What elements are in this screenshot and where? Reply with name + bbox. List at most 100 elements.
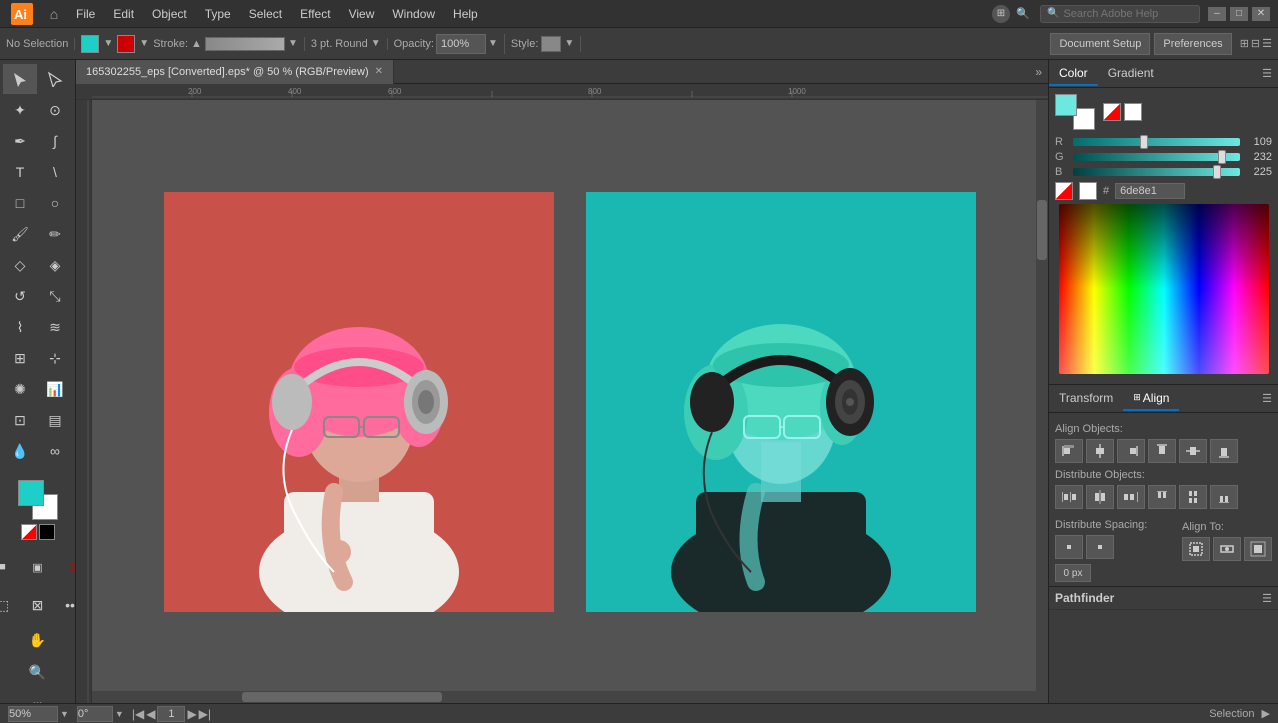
free-transform-tool[interactable]: ⊞	[3, 343, 37, 373]
b-slider-thumb[interactable]	[1213, 165, 1221, 179]
more-options-tool[interactable]: •••	[21, 689, 55, 703]
zoom-tool[interactable]: 🔍	[21, 657, 55, 687]
gradient-fill-mode[interactable]: ▣	[21, 552, 55, 582]
r-slider-track[interactable]	[1073, 138, 1240, 146]
opacity-input[interactable]	[436, 34, 486, 54]
home-icon[interactable]: ⌂	[42, 2, 66, 26]
lasso-tool[interactable]: ⊙	[38, 95, 72, 125]
white-swatch-small[interactable]	[1079, 182, 1097, 200]
direct-selection-tool[interactable]	[38, 64, 72, 94]
distribute-right-button[interactable]	[1117, 485, 1145, 509]
zoom-input[interactable]	[8, 706, 58, 722]
next-page-button[interactable]: ▶	[187, 707, 196, 721]
eyedropper-tool[interactable]: 💧	[3, 436, 37, 466]
mesh-tool[interactable]: ⊡	[3, 405, 37, 435]
document-setup-button[interactable]: Document Setup	[1050, 33, 1150, 55]
paintbrush-tool[interactable]: 🖌	[3, 219, 37, 249]
fill-color-swatch[interactable]	[81, 35, 99, 53]
rectangle-tool[interactable]: □	[3, 188, 37, 218]
menu-effect[interactable]: Effect	[292, 5, 338, 23]
stroke-dropdown-arrow[interactable]: ▼	[139, 38, 149, 49]
menu-type[interactable]: Type	[197, 5, 239, 23]
menu-select[interactable]: Select	[241, 5, 290, 23]
color-tab[interactable]: Color	[1049, 62, 1098, 86]
panel-collapse-arrow[interactable]: »	[1029, 65, 1048, 79]
menu-window[interactable]: Window	[384, 5, 443, 23]
align-bottom-button[interactable]	[1210, 439, 1238, 463]
artboard-tool[interactable]: ⬚	[0, 590, 20, 620]
default-colors-icon[interactable]	[39, 524, 55, 540]
workspace-switcher[interactable]: ⊞	[992, 5, 1010, 23]
gradient-tab[interactable]: Gradient	[1098, 62, 1164, 86]
align-left-button[interactable]	[1055, 439, 1083, 463]
rotate-tool[interactable]: ↺	[3, 281, 37, 311]
selection-tool[interactable]	[3, 64, 37, 94]
warp-tool[interactable]: ≋	[38, 312, 72, 342]
distribute-center-h-button[interactable]	[1086, 485, 1114, 509]
none-color-icon[interactable]	[1103, 103, 1121, 121]
scrollbar-horizontal[interactable]	[92, 691, 1036, 703]
more-tools[interactable]: •••	[56, 590, 77, 620]
preferences-button[interactable]: Preferences	[1154, 33, 1231, 55]
align-panel-menu[interactable]: ☰	[1256, 392, 1278, 405]
align-to-artboard-button[interactable]	[1244, 537, 1272, 561]
pencil-tool[interactable]: ✏	[38, 219, 72, 249]
g-slider-thumb[interactable]	[1218, 150, 1226, 164]
first-page-button[interactable]: |◀	[132, 707, 144, 721]
menu-file[interactable]: File	[68, 5, 103, 23]
arrange-icon3[interactable]: ☰	[1262, 37, 1272, 50]
foreground-swatch[interactable]	[1055, 94, 1077, 116]
close-button[interactable]: ✕	[1252, 7, 1270, 21]
search-bar[interactable]: 🔍	[1040, 5, 1200, 23]
blend-tool[interactable]: ∞	[38, 436, 72, 466]
status-scroll-indicator[interactable]: ▶	[1262, 708, 1270, 720]
align-tab[interactable]: ⊞ Align	[1123, 387, 1179, 411]
stroke-color-swatch[interactable]	[117, 35, 135, 53]
scale-tool[interactable]: ⤡	[38, 281, 72, 311]
color-picker-gradient[interactable]	[1059, 204, 1269, 374]
align-top-button[interactable]	[1148, 439, 1176, 463]
scrollbar-thumb-v[interactable]	[1037, 200, 1047, 260]
gradient-tool[interactable]: ▤	[38, 405, 72, 435]
arrange-icon2[interactable]: ⊟	[1251, 37, 1260, 50]
opacity-arrow[interactable]: ▼	[488, 38, 498, 49]
transform-tab[interactable]: Transform	[1049, 387, 1123, 411]
color-panel-menu[interactable]: ☰	[1256, 67, 1278, 80]
stroke-selector-arrow[interactable]: ▼	[288, 38, 298, 49]
menu-view[interactable]: View	[341, 5, 383, 23]
distribute-h-spacing-button[interactable]	[1055, 535, 1083, 559]
color-fill-mode[interactable]: ■	[0, 552, 20, 582]
distribute-v-spacing-button[interactable]	[1086, 535, 1114, 559]
slice-tool[interactable]: ⊠	[21, 590, 55, 620]
hand-tool[interactable]: ✋	[21, 625, 55, 655]
search-input[interactable]	[1063, 8, 1183, 20]
distribute-top-button[interactable]	[1148, 485, 1176, 509]
search-icon[interactable]: 🔍	[1014, 5, 1032, 23]
scrollbar-thumb-h[interactable]	[242, 692, 442, 702]
hex-input[interactable]	[1115, 183, 1185, 199]
maximize-button[interactable]: □	[1230, 7, 1248, 21]
minimize-button[interactable]: –	[1208, 7, 1226, 21]
prev-page-button[interactable]: ◀	[146, 707, 155, 721]
stroke-width-arrow[interactable]: ▼	[371, 38, 381, 49]
menu-edit[interactable]: Edit	[105, 5, 142, 23]
distribute-bottom-button[interactable]	[1210, 485, 1238, 509]
stroke-up-arrow[interactable]: ▲	[191, 38, 202, 50]
puppet-warp-tool[interactable]: ⊹	[38, 343, 72, 373]
shaper-tool[interactable]: ◇	[3, 250, 37, 280]
scrollbar-vertical[interactable]	[1036, 100, 1048, 703]
pathfinder-menu-icon[interactable]: ☰	[1262, 592, 1272, 605]
swap-colors-icon[interactable]	[21, 524, 37, 540]
magic-wand-tool[interactable]: ✦	[3, 95, 37, 125]
distribute-left-button[interactable]	[1055, 485, 1083, 509]
align-to-selection-button[interactable]	[1182, 537, 1210, 561]
menu-object[interactable]: Object	[144, 5, 195, 23]
tab-close-button[interactable]: ✕	[375, 66, 383, 77]
width-tool[interactable]: ⌇	[3, 312, 37, 342]
no-fill-mode[interactable]: ⊘	[56, 552, 77, 582]
zoom-dropdown-arrow[interactable]: ▼	[60, 709, 69, 719]
solid-color-icon[interactable]	[1124, 103, 1142, 121]
type-tool[interactable]: T	[3, 157, 37, 187]
pen-tool[interactable]: ✒	[3, 126, 37, 156]
spacing-value-input[interactable]	[1055, 564, 1091, 582]
